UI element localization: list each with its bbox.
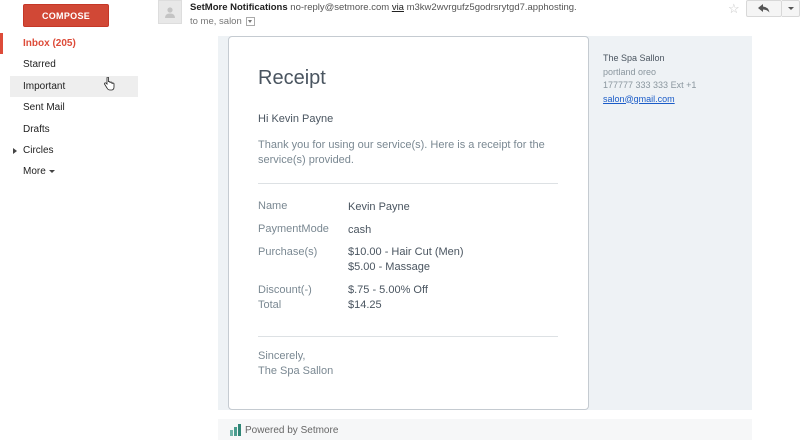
avatar <box>158 0 182 24</box>
business-address: portland oreo <box>603 66 657 77</box>
receipt-title: Receipt <box>258 67 326 89</box>
reply-icon <box>758 4 770 13</box>
compose-button[interactable]: COMPOSE <box>23 4 109 27</box>
more-actions-button[interactable] <box>782 0 800 17</box>
receipt-card: Receipt Hi Kevin Payne Thank you for usi… <box>228 36 589 410</box>
powered-by[interactable]: Powered by Setmore <box>245 425 338 436</box>
discount-label: Discount(-) <box>258 284 312 296</box>
expand-arrow-icon[interactable] <box>13 147 17 154</box>
sidebar-item-more[interactable]: More <box>0 161 150 182</box>
signoff-business: The Spa Sallon <box>258 365 334 377</box>
total-label: Total <box>258 299 282 311</box>
person-icon <box>165 7 175 18</box>
via-link[interactable]: via <box>392 2 404 13</box>
total-value: $14.25 <box>348 299 382 311</box>
hand-cursor-icon <box>104 77 115 91</box>
payment-value: cash <box>348 224 372 236</box>
chevron-down-icon <box>787 7 794 10</box>
sidebar-item-drafts[interactable]: Drafts <box>0 119 150 140</box>
setmore-logo-icon <box>230 424 241 436</box>
discount-value: $.75 - 5.00% Off <box>348 284 428 296</box>
chevron-down-icon <box>48 170 55 174</box>
recipients: to me, salon <box>190 16 242 27</box>
divider <box>258 336 558 337</box>
footer: Powered by Setmore <box>218 419 752 440</box>
via-domain: m3kw2wvrgufz5godrsrytgd7.apphosting. <box>406 2 577 13</box>
business-phone: 177777 333 333 Ext +1 <box>603 80 697 90</box>
greeting: Hi Kevin Payne <box>258 113 334 125</box>
sidebar-item-circles[interactable]: Circles <box>0 140 150 161</box>
payment-label: PaymentMode <box>258 223 329 235</box>
nav-list: Inbox (205) Starred Important Sent Mail … <box>0 33 150 183</box>
sidebar: COMPOSE Inbox (205) Starred Important Se… <box>0 0 150 440</box>
sidebar-item-label: More <box>23 166 46 178</box>
purchase-item: $5.00 - Massage <box>348 261 430 273</box>
show-details-button[interactable] <box>245 16 255 26</box>
business-email-link[interactable]: salon@gmail.com <box>603 94 675 104</box>
sidebar-item-label: Circles <box>23 144 54 156</box>
sidebar-item-starred[interactable]: Starred <box>0 54 150 75</box>
name-value: Kevin Payne <box>348 201 410 213</box>
sender-name[interactable]: SetMore Notifications <box>190 2 288 13</box>
sender-email: no-reply@setmore.com <box>290 2 390 13</box>
sidebar-item-inbox[interactable]: Inbox (205) <box>0 33 150 55</box>
purchase-item: $10.00 - Hair Cut (Men) <box>348 246 464 258</box>
star-icon[interactable]: ☆ <box>728 1 740 17</box>
sender-line: SetMore Notifications no-reply@setmore.c… <box>190 2 577 13</box>
sidebar-item-important[interactable]: Important <box>10 75 138 98</box>
reply-button[interactable] <box>746 0 782 17</box>
name-label: Name <box>258 200 288 212</box>
sidebar-item-sent-mail[interactable]: Sent Mail <box>0 97 150 118</box>
signoff-line: Sincerely, <box>258 350 306 362</box>
thankyou-message: Thank you for using our service(s). Here… <box>258 139 545 166</box>
business-name: The Spa Sallon <box>603 53 665 63</box>
business-info: The Spa Sallon portland oreo 177777 333 … <box>603 52 696 106</box>
recipient-line: to me, salon <box>190 16 255 27</box>
signoff: Sincerely, The Spa Sallon <box>258 349 333 379</box>
purchase-label: Purchase(s) <box>258 246 318 258</box>
divider <box>258 183 558 184</box>
